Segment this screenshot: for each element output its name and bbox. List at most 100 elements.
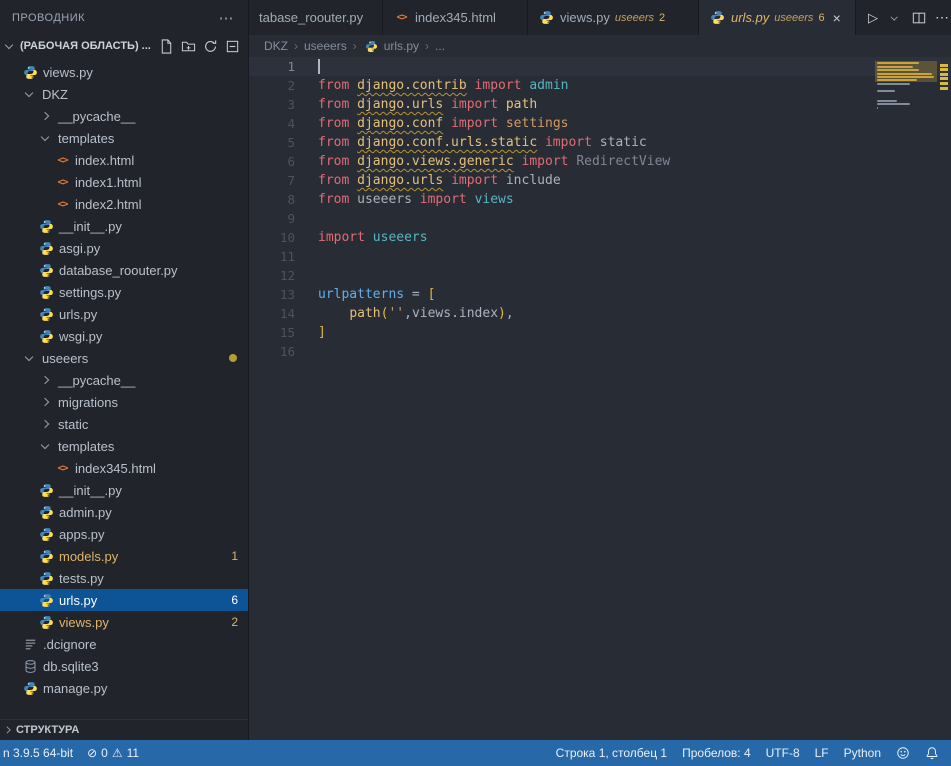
explorer-actions: [159, 39, 248, 54]
tree-item-urls-py[interactable]: urls.py6: [0, 589, 248, 611]
errors-icon: ⊘: [87, 746, 97, 760]
breadcrumb-item-urls-py[interactable]: urls.py: [363, 38, 419, 54]
breadcrumb-item-useeers[interactable]: useeers: [304, 39, 347, 53]
feedback-smiley-icon[interactable]: [896, 746, 910, 760]
tab-tabase-roouter-py[interactable]: tabase_roouter.py: [249, 0, 383, 35]
tree-item--dcignore[interactable]: .dcignore: [0, 633, 248, 655]
workspace-section-header[interactable]: (РАБОЧАЯ ОБЛАСТЬ) ...: [0, 35, 248, 57]
overview-ruler[interactable]: [937, 57, 951, 740]
outline-section-header[interactable]: СТРУКТУРА: [0, 719, 248, 740]
tree-item-manage-py[interactable]: manage.py: [0, 677, 248, 699]
tree-item-label: .dcignore: [43, 637, 96, 652]
html-file-icon: <>: [54, 174, 71, 190]
status-bar-left: n 3.9.5 64-bit ⊘0 ⚠11: [0, 746, 139, 760]
code-text: [295, 247, 318, 266]
python-file-icon: [363, 38, 380, 54]
tree-folder-static[interactable]: static: [0, 413, 248, 435]
outline-label: СТРУКТУРА: [16, 724, 79, 736]
tree-item-label: database_roouter.py: [59, 263, 178, 278]
notifications-bell-icon[interactable]: [925, 746, 939, 760]
breadcrumb-item-dkz[interactable]: DKZ: [264, 39, 288, 53]
html-file-icon: <>: [54, 152, 71, 168]
tree-item-views-py[interactable]: views.py: [0, 61, 248, 83]
code-text: [295, 209, 318, 228]
tree-item-wsgi-py[interactable]: wsgi.py: [0, 325, 248, 347]
editor-tab-bar: tabase_roouter.py <> index345.html views.py…: [249, 0, 951, 35]
tree-item-urls-py[interactable]: urls.py: [0, 303, 248, 325]
tree-folder-templates[interactable]: templates: [0, 127, 248, 149]
tabs-container: tabase_roouter.py <> index345.html views.py…: [249, 0, 856, 35]
collapse-folders-button[interactable]: [225, 39, 240, 54]
tab-urls-py[interactable]: urls.pyuseeers6×: [699, 0, 856, 35]
tree-item-index-html[interactable]: <>index.html: [0, 149, 248, 171]
problems-count-badge: 1: [231, 549, 238, 563]
explorer-sidebar: ПРОВОДНИК ⋯ (РАБОЧАЯ ОБЛАСТЬ) ...: [0, 0, 249, 740]
tree-item-models-py[interactable]: models.py1: [0, 545, 248, 567]
text-file-icon: [22, 636, 39, 652]
editor-more-actions-button[interactable]: ⋯: [935, 9, 949, 26]
tree-item-db-sqlite3[interactable]: db.sqlite3: [0, 655, 248, 677]
new-folder-button[interactable]: [181, 39, 196, 54]
line-number: 16: [249, 342, 295, 361]
line-number: 15: [249, 323, 295, 342]
split-editor-button[interactable]: [912, 11, 926, 25]
problems-count-badge: 2: [231, 615, 238, 629]
tree-folder--pycache-[interactable]: __pycache__: [0, 105, 248, 127]
line-number: 2: [249, 76, 295, 95]
code-text: from django.views.generic import Redirec…: [295, 152, 670, 171]
python-file-icon: [38, 614, 55, 630]
code-text: path('',views.index),: [295, 304, 514, 323]
tree-folder-migrations[interactable]: migrations: [0, 391, 248, 413]
tree-folder-templates[interactable]: templates: [0, 435, 248, 457]
tree-item-label: asgi.py: [59, 241, 100, 256]
tree-item-label: db.sqlite3: [43, 659, 99, 674]
tree-item-label: urls.py: [59, 593, 97, 608]
python-interpreter-indicator[interactable]: n 3.9.5 64-bit: [3, 746, 73, 760]
tree-item-admin-py[interactable]: admin.py: [0, 501, 248, 523]
tree-item-label: admin.py: [59, 505, 112, 520]
problems-indicator[interactable]: ⊘0 ⚠11: [87, 746, 139, 760]
tree-folder-dkz[interactable]: DKZ: [0, 83, 248, 105]
new-file-button[interactable]: [159, 39, 174, 54]
breadcrumb-item--[interactable]: ...: [435, 39, 445, 53]
tree-item-asgi-py[interactable]: asgi.py: [0, 237, 248, 259]
code-editor[interactable]: 12from django.contrib import admin3from …: [249, 57, 951, 740]
breadcrumb-item-label: DKZ: [264, 39, 288, 53]
tree-item-database-roouter-py[interactable]: database_roouter.py: [0, 259, 248, 281]
tab-views-py[interactable]: views.pyuseeers2: [528, 0, 699, 35]
tree-item-views-py[interactable]: views.py2: [0, 611, 248, 633]
tree-item-index2-html[interactable]: <>index2.html: [0, 193, 248, 215]
tree-item-label: migrations: [58, 395, 118, 410]
chevron-down-icon: [38, 438, 54, 454]
line-number: 6: [249, 152, 295, 171]
tree-item-index345-html[interactable]: <>index345.html: [0, 457, 248, 479]
tree-item-tests-py[interactable]: tests.py: [0, 567, 248, 589]
code-text: from django.urls import include: [295, 171, 561, 190]
python-file-icon: [38, 240, 55, 256]
code-text: from django.conf.urls.static import stat…: [295, 133, 647, 152]
cursor-position-indicator[interactable]: Строка 1, столбец 1: [556, 746, 667, 760]
indentation-indicator[interactable]: Пробелов: 4: [682, 746, 751, 760]
tab-index345-html[interactable]: <> index345.html: [383, 0, 528, 35]
eol-indicator[interactable]: LF: [815, 746, 829, 760]
encoding-indicator[interactable]: UTF-8: [766, 746, 800, 760]
language-mode-indicator[interactable]: Python: [844, 746, 881, 760]
errors-count: 0: [101, 746, 108, 760]
tree-item--init-py[interactable]: __init__.py: [0, 215, 248, 237]
run-python-file-button[interactable]: ▷: [868, 10, 878, 26]
tree-folder-useeers[interactable]: useeers: [0, 347, 248, 369]
tree-item-settings-py[interactable]: settings.py: [0, 281, 248, 303]
explorer-more-icon[interactable]: ⋯: [219, 9, 235, 27]
tree-item-index1-html[interactable]: <>index1.html: [0, 171, 248, 193]
html-file-icon: <>: [393, 10, 410, 26]
close-tab-icon[interactable]: ×: [833, 11, 841, 25]
minimap[interactable]: [875, 57, 937, 740]
refresh-button[interactable]: [203, 39, 218, 54]
tree-folder--pycache-[interactable]: __pycache__: [0, 369, 248, 391]
line-number: 10: [249, 228, 295, 247]
tab-label: index345.html: [415, 10, 496, 25]
run-dropdown-icon[interactable]: [888, 11, 902, 25]
tree-item-apps-py[interactable]: apps.py: [0, 523, 248, 545]
breadcrumb-separator-icon: ›: [294, 39, 298, 53]
tree-item--init-py[interactable]: __init__.py: [0, 479, 248, 501]
